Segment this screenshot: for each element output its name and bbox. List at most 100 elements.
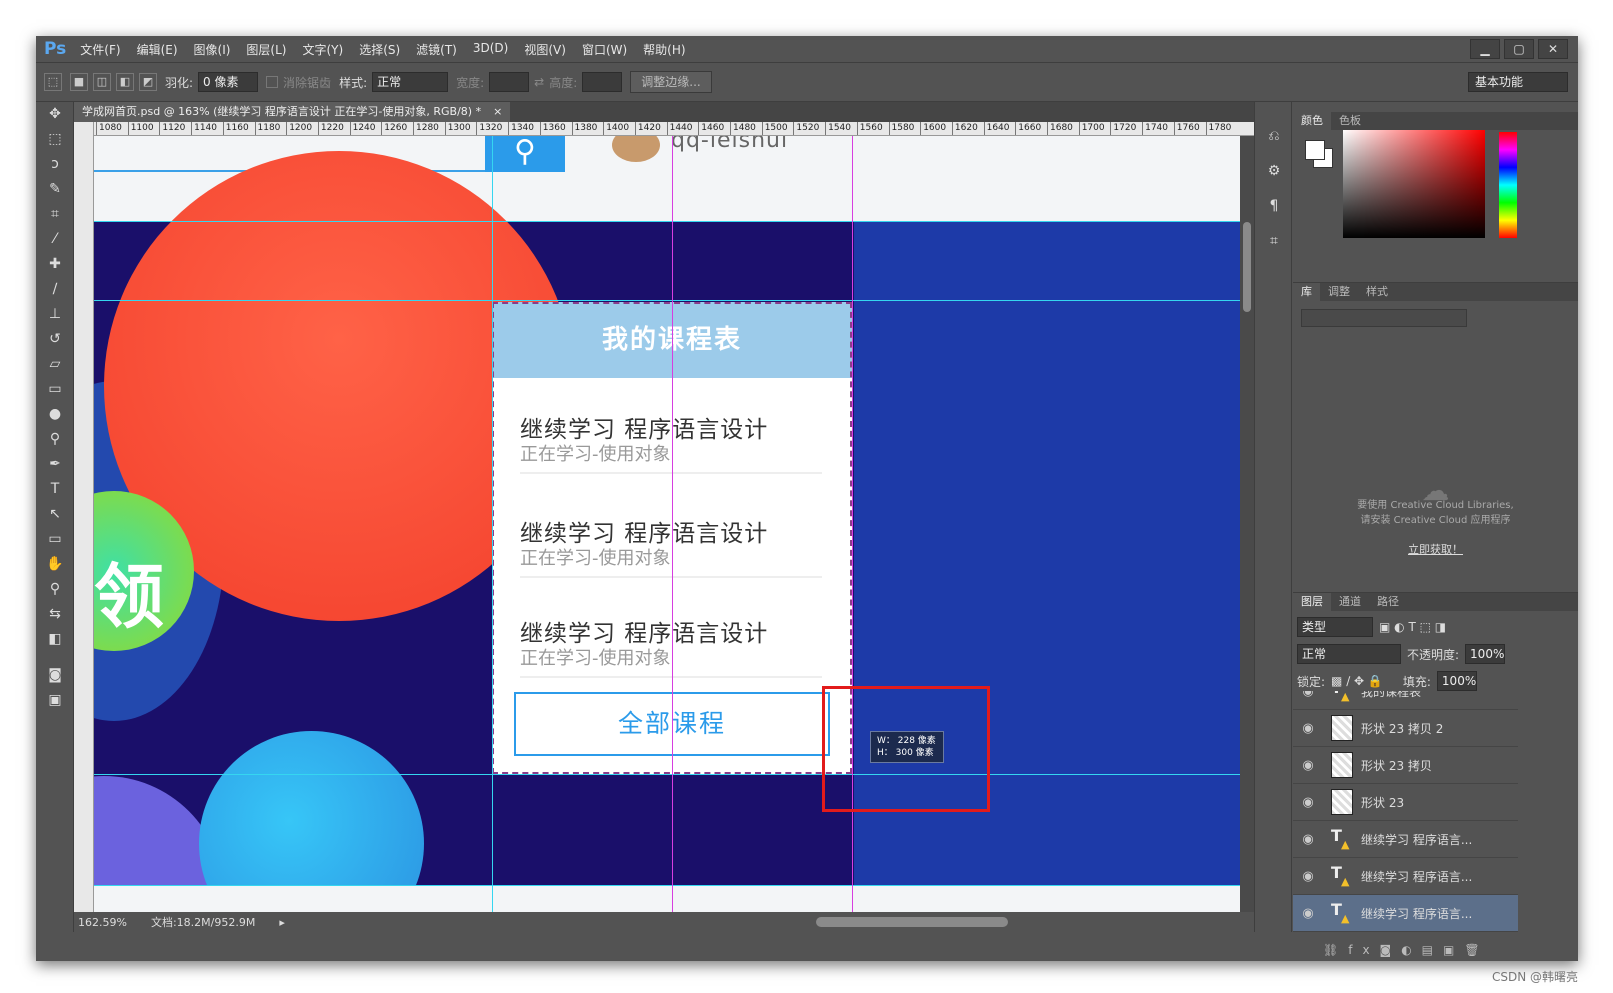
tab-libraries[interactable]: 库 [1293, 283, 1320, 301]
hue-slider[interactable] [1499, 132, 1517, 238]
crop-tool-icon[interactable]: ⌗ [36, 202, 74, 227]
move-tool-icon[interactable]: ✥ [36, 102, 74, 127]
vertical-scroll-thumb[interactable] [1243, 222, 1251, 312]
subtract-selection-icon[interactable]: ◧ [116, 73, 134, 91]
menu-view[interactable]: 视图(V) [524, 41, 566, 58]
height-input[interactable] [582, 72, 623, 92]
dodge-tool-icon[interactable]: ⚲ [36, 427, 74, 452]
opacity-input[interactable]: 100% [1465, 644, 1506, 664]
maximize-button[interactable]: ▢ [1504, 39, 1534, 59]
tab-styles[interactable]: 样式 [1358, 283, 1396, 301]
close-button[interactable]: ✕ [1538, 39, 1568, 59]
layer-filter-select[interactable]: 类型 [1297, 617, 1373, 637]
marquee-preset-icon[interactable]: ⬚ [44, 73, 62, 91]
brush-tool-icon[interactable]: ∕ [36, 277, 74, 302]
refine-edge-button[interactable]: 调整边缘... [630, 71, 712, 93]
document-tab[interactable]: 学成网首页.psd @ 163% (继续学习 程序语言设计 正在学习-使用对象,… [74, 102, 511, 122]
menu-layer[interactable]: 图层(L) [246, 41, 286, 58]
eyedropper-tool-icon[interactable]: ⁄ [36, 227, 74, 252]
antialias-checkbox[interactable] [266, 76, 279, 88]
style-select[interactable]: 正常 [372, 72, 449, 92]
layer-row[interactable]: ◉ T▲ 我的课程表 [1293, 691, 1518, 710]
filter-icons[interactable]: ▣ ◐ T ⬚ ◨ [1379, 620, 1446, 634]
width-input[interactable] [489, 72, 530, 92]
visibility-eye-icon[interactable]: ◉ [1293, 869, 1323, 884]
menu-image[interactable]: 图像(I) [194, 41, 231, 58]
stamp-tool-icon[interactable]: ⊥ [36, 302, 74, 327]
workspace-select[interactable]: 基本功能 [1468, 72, 1568, 92]
layer-actions-icons[interactable]: ⛓fx◙◐▤▣🗑 [1323, 943, 1490, 957]
fg-bg-color-icon[interactable]: ◧ [36, 627, 74, 663]
quick-select-tool-icon[interactable]: ✎ [36, 177, 74, 202]
history-brush-tool-icon[interactable]: ↺ [36, 327, 74, 352]
blend-mode-select[interactable]: 正常 [1297, 644, 1401, 664]
pen-tool-icon[interactable]: ✒ [36, 452, 74, 477]
layer-row[interactable]: ◉ 形状 23 [1293, 784, 1518, 821]
canvas[interactable]: ⚲ qq-leishui 领 我的课程表 继续学习 程序语言设计 正在学习-使用… [94, 136, 1240, 912]
zoom-tool-icon[interactable]: ⚲ [36, 577, 74, 602]
swap-icon[interactable]: ⇄ [534, 75, 544, 89]
visibility-eye-icon[interactable]: ◉ [1293, 795, 1323, 810]
swap-colors-icon[interactable]: ⇆ [36, 602, 74, 627]
gradient-tool-icon[interactable]: ▭ [36, 377, 74, 402]
zoom-level[interactable]: 162.59% [78, 916, 127, 929]
layer-row[interactable]: ◉ T ▲ 继续学习 程序语言... [1293, 895, 1518, 932]
layer-row[interactable]: ◉ 形状 23 拷贝 [1293, 747, 1518, 784]
tab-paths[interactable]: 路径 [1369, 593, 1407, 611]
visibility-eye-icon[interactable]: ◉ [1293, 758, 1323, 773]
crop-panel-icon[interactable]: ⌗ [1255, 229, 1293, 254]
layer-row[interactable]: ◉ T ▲ 继续学习 程序语言... [1293, 821, 1518, 858]
add-selection-icon[interactable]: ◫ [93, 73, 111, 91]
menu-type[interactable]: 文字(Y) [302, 41, 343, 58]
marquee-tool-icon[interactable]: ⬚ [36, 127, 74, 152]
foreground-swatch[interactable] [1305, 140, 1325, 160]
character-panel-icon[interactable]: ¶ [1255, 194, 1293, 219]
layer-name: 我的课程表 [1361, 691, 1422, 699]
vertical-scrollbar[interactable] [1240, 136, 1254, 912]
path-select-tool-icon[interactable]: ↖ [36, 502, 74, 527]
visibility-eye-icon[interactable]: ◉ [1293, 906, 1323, 921]
visibility-eye-icon[interactable]: ◉ [1293, 721, 1323, 736]
library-select[interactable] [1301, 309, 1467, 327]
layer-row[interactable]: ◉ T ▲ 继续学习 程序语言... [1293, 858, 1518, 895]
menu-3d[interactable]: 3D(D) [473, 41, 508, 58]
intersect-selection-icon[interactable]: ◩ [139, 73, 157, 91]
healing-tool-icon[interactable]: ✚ [36, 252, 74, 277]
blur-tool-icon[interactable]: ● [36, 402, 74, 427]
rectangle-tool-icon[interactable]: ▭ [36, 527, 74, 552]
visibility-eye-icon[interactable]: ◉ [1293, 691, 1323, 699]
history-panel-icon[interactable]: ⎌ [1255, 124, 1293, 149]
tab-color[interactable]: 颜色 [1293, 112, 1331, 130]
play-icon[interactable]: ▸ [279, 916, 285, 929]
fill-input[interactable]: 100% [1436, 671, 1477, 691]
lock-icons[interactable]: ▩ ∕ ✥ 🔒 [1331, 674, 1383, 688]
properties-panel-icon[interactable]: ⚙ [1255, 159, 1293, 184]
color-field[interactable] [1343, 130, 1485, 238]
tab-adjustments[interactable]: 调整 [1320, 283, 1358, 301]
menu-window[interactable]: 窗口(W) [582, 41, 627, 58]
cc-get-link[interactable]: 立即获取！ [1293, 542, 1578, 557]
close-tab-icon[interactable]: × [493, 102, 502, 122]
visibility-eye-icon[interactable]: ◉ [1293, 832, 1323, 847]
screen-mode-icon[interactable]: ▣ [36, 688, 74, 713]
quick-mask-icon[interactable]: ◙ [36, 663, 74, 688]
minimize-button[interactable]: ▁ [1470, 39, 1500, 59]
menu-file[interactable]: 文件(F) [80, 41, 120, 58]
eraser-tool-icon[interactable]: ▱ [36, 352, 74, 377]
type-tool-icon[interactable]: T [36, 477, 74, 502]
tab-channels[interactable]: 通道 [1331, 593, 1369, 611]
hand-tool-icon[interactable]: ✋ [36, 552, 74, 577]
menu-help[interactable]: 帮助(H) [643, 41, 685, 58]
menu-edit[interactable]: 编辑(E) [137, 41, 178, 58]
ruler-tick: 1100 [127, 122, 154, 135]
layer-row[interactable]: ◉ 形状 23 拷贝 2 [1293, 710, 1518, 747]
menu-select[interactable]: 选择(S) [359, 41, 400, 58]
feather-input[interactable]: 0 像素 [198, 72, 259, 92]
tab-swatches[interactable]: 色板 [1331, 112, 1369, 130]
lasso-tool-icon[interactable]: ↄ [36, 152, 74, 177]
tab-layers[interactable]: 图层 [1293, 593, 1331, 611]
horizontal-scroll-thumb[interactable] [816, 917, 1008, 927]
menu-filter[interactable]: 滤镜(T) [416, 41, 457, 58]
size-tooltip: W： 228 像素 H： 300 像素 [870, 731, 944, 763]
new-selection-icon[interactable]: ■ [70, 73, 88, 91]
